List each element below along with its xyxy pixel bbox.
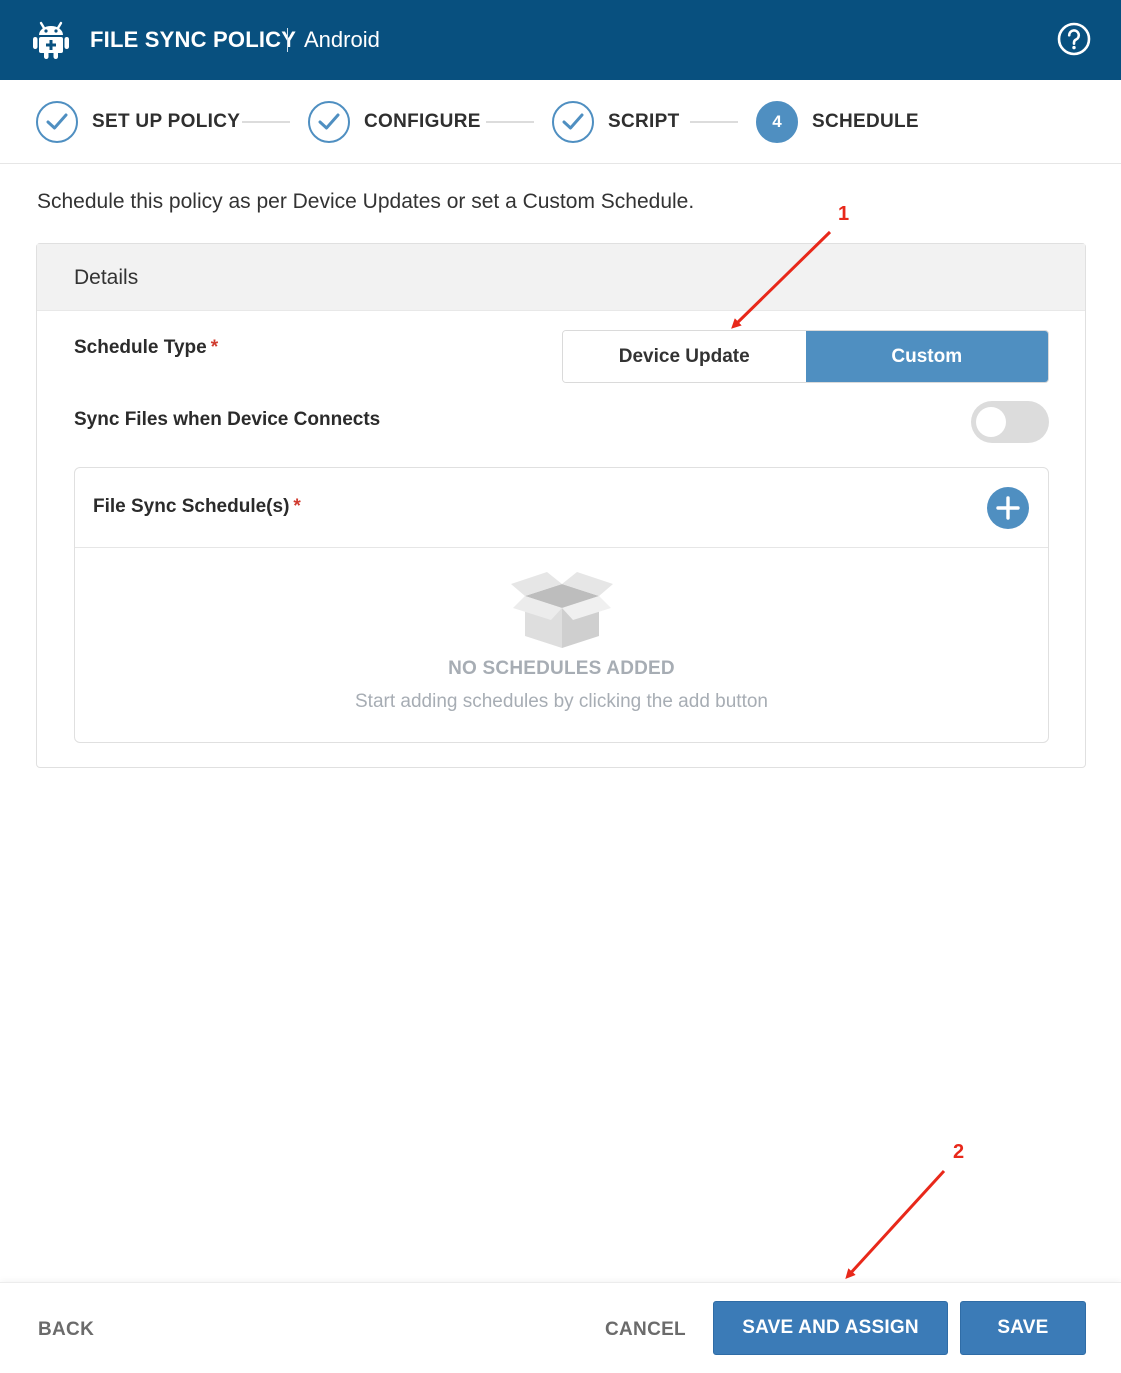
step-label: SCRIPT [608,111,680,132]
save-and-assign-button[interactable]: SAVE AND ASSIGN [713,1301,948,1355]
sync-on-connect-switch[interactable] [971,401,1049,443]
step-connector [486,121,534,123]
switch-knob [976,407,1006,437]
details-card: Details Schedule Type * Device Update Cus… [36,243,1086,768]
plus-circle-icon [996,496,1020,520]
details-header: Details [37,244,1085,311]
save-button[interactable]: SAVE [960,1301,1086,1355]
step-schedule[interactable]: 4 SCHEDULE [756,100,919,144]
step-connector [690,121,738,123]
cancel-button[interactable]: CANCEL [605,1319,686,1341]
file-sync-schedules-header: File Sync Schedule(s) * [75,468,1048,548]
required-marker: * [293,496,301,517]
check-icon [36,101,78,143]
action-footer: BACK CANCEL SAVE AND ASSIGN SAVE [0,1282,1121,1373]
step-configure[interactable]: CONFIGURE [308,100,481,144]
arrow-2 [845,1169,946,1279]
schedule-type-label: Schedule Type * [74,337,218,359]
empty-state-subtitle: Start adding schedules by clicking the a… [355,691,768,712]
android-icon [33,21,69,59]
app-header: FILE SYNC POLICY Android [0,0,1121,80]
schedule-type-toggle: Device Update Custom [562,330,1049,383]
annotation-marker-1: 1 [838,203,850,225]
page-title: FILE SYNC POLICY [90,27,297,52]
annotation-marker-2: 2 [953,1141,965,1163]
step-label: SCHEDULE [812,111,919,132]
intro-text: Schedule this policy as per Device Updat… [37,190,695,213]
file-sync-schedules-label: File Sync Schedule(s) * [93,496,301,518]
file-sync-schedules-panel: File Sync Schedule(s) * NO SCHEDULES ADDE… [74,467,1049,743]
step-connector [242,121,290,123]
step-number-badge: 4 [756,101,798,143]
help-circle-icon[interactable] [1056,21,1092,57]
step-label: SET UP POLICY [92,111,241,132]
back-button[interactable]: BACK [38,1319,94,1341]
wizard-stepper: SET UP POLICY CONFIGURE SCRIPT 4 SCHEDUL… [0,80,1121,164]
check-icon [552,101,594,143]
sync-on-connect-label: Sync Files when Device Connects [74,409,381,430]
schedule-type-label-text: Schedule Type [74,337,207,358]
step-label: CONFIGURE [364,111,481,132]
empty-state: NO SCHEDULES ADDED Start adding schedule… [75,548,1048,742]
step-script[interactable]: SCRIPT [552,100,679,144]
file-sync-schedules-label-text: File Sync Schedule(s) [93,496,290,517]
device-update-option[interactable]: Device Update [563,331,806,382]
empty-state-title: NO SCHEDULES ADDED [448,658,675,679]
check-icon [308,101,350,143]
add-schedule-button[interactable] [987,487,1029,529]
empty-box-icon [511,572,613,648]
title-divider [287,28,288,52]
details-title: Details [74,266,139,289]
step-set-up-policy[interactable]: SET UP POLICY [36,100,240,144]
custom-option[interactable]: Custom [805,331,1048,382]
platform-label: Android [304,27,380,52]
required-marker: * [210,337,219,358]
